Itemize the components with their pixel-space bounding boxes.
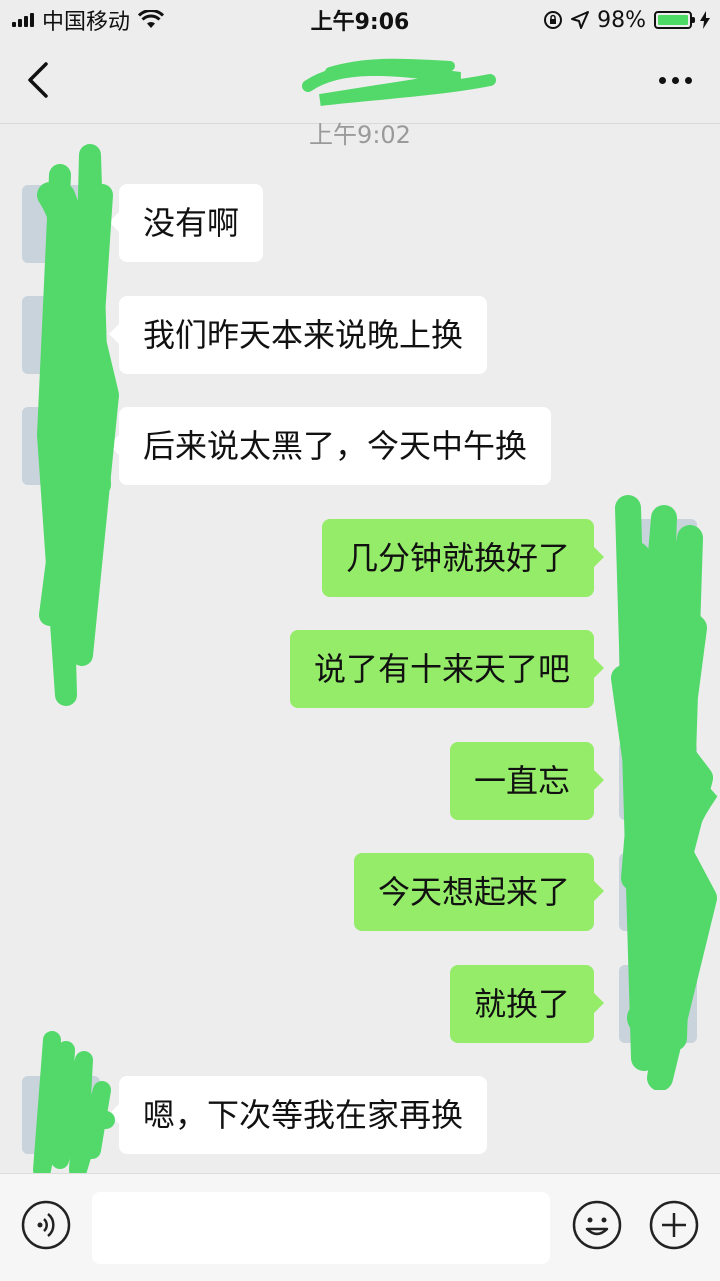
battery-percent: 98%	[597, 7, 646, 33]
contact-avatar[interactable]	[22, 1076, 100, 1154]
message-row: 一直忘	[449, 742, 605, 820]
message-row: 说了有十来天了吧	[289, 630, 605, 708]
contact-avatar[interactable]	[22, 407, 100, 485]
more-dot	[659, 76, 666, 84]
more-dot	[685, 76, 692, 84]
message-bubble-outgoing[interactable]: 就换了	[449, 965, 605, 1043]
contact-avatar[interactable]	[22, 185, 100, 263]
chat-header	[0, 40, 720, 124]
more-dot	[672, 76, 679, 84]
back-icon[interactable]	[18, 58, 62, 102]
input-bar	[0, 1173, 720, 1281]
message-row: 今天想起来了	[353, 853, 605, 931]
status-bar: 中国移动 上午9:06 98%	[0, 0, 720, 40]
charging-icon	[700, 11, 710, 29]
message-bubble-incoming[interactable]: 后来说太黑了，今天中午换	[108, 407, 552, 485]
message-input[interactable]	[92, 1192, 550, 1264]
self-avatar[interactable]	[619, 630, 697, 708]
status-right: 98%	[543, 0, 710, 40]
message-bubble-incoming[interactable]: 嗯，下次等我在家再换	[108, 1076, 488, 1154]
voice-icon[interactable]	[20, 1199, 72, 1251]
self-avatar[interactable]	[619, 742, 697, 820]
self-avatar[interactable]	[619, 853, 697, 931]
message-bubble-incoming[interactable]: 我们昨天本来说晚上换	[108, 296, 488, 374]
message-bubble-incoming[interactable]: 没有啊	[108, 184, 264, 262]
message-bubble-outgoing[interactable]: 一直忘	[449, 742, 605, 820]
message-row: 就换了	[449, 965, 605, 1043]
contact-avatar[interactable]	[22, 296, 100, 374]
message-row: 嗯，下次等我在家再换	[108, 1076, 488, 1154]
emoji-icon[interactable]	[571, 1199, 623, 1251]
location-icon	[571, 11, 590, 29]
message-bubble-outgoing[interactable]: 今天想起来了	[353, 853, 605, 931]
message-row: 我们昨天本来说晚上换	[108, 296, 488, 374]
message-row: 几分钟就换好了	[321, 519, 605, 597]
message-bubble-outgoing[interactable]: 说了有十来天了吧	[289, 630, 605, 708]
self-avatar[interactable]	[619, 519, 697, 597]
message-timestamp: 上午9:02	[309, 121, 411, 149]
more-button[interactable]	[648, 68, 692, 92]
self-avatar[interactable]	[619, 965, 697, 1043]
battery-icon	[654, 11, 695, 29]
contact-name-redaction	[302, 58, 496, 106]
rotation-lock-icon	[544, 11, 563, 29]
message-row: 没有啊	[108, 184, 264, 262]
plus-icon[interactable]	[648, 1199, 700, 1251]
message-row: 后来说太黑了，今天中午换	[108, 407, 552, 485]
message-bubble-outgoing[interactable]: 几分钟就换好了	[321, 519, 605, 597]
